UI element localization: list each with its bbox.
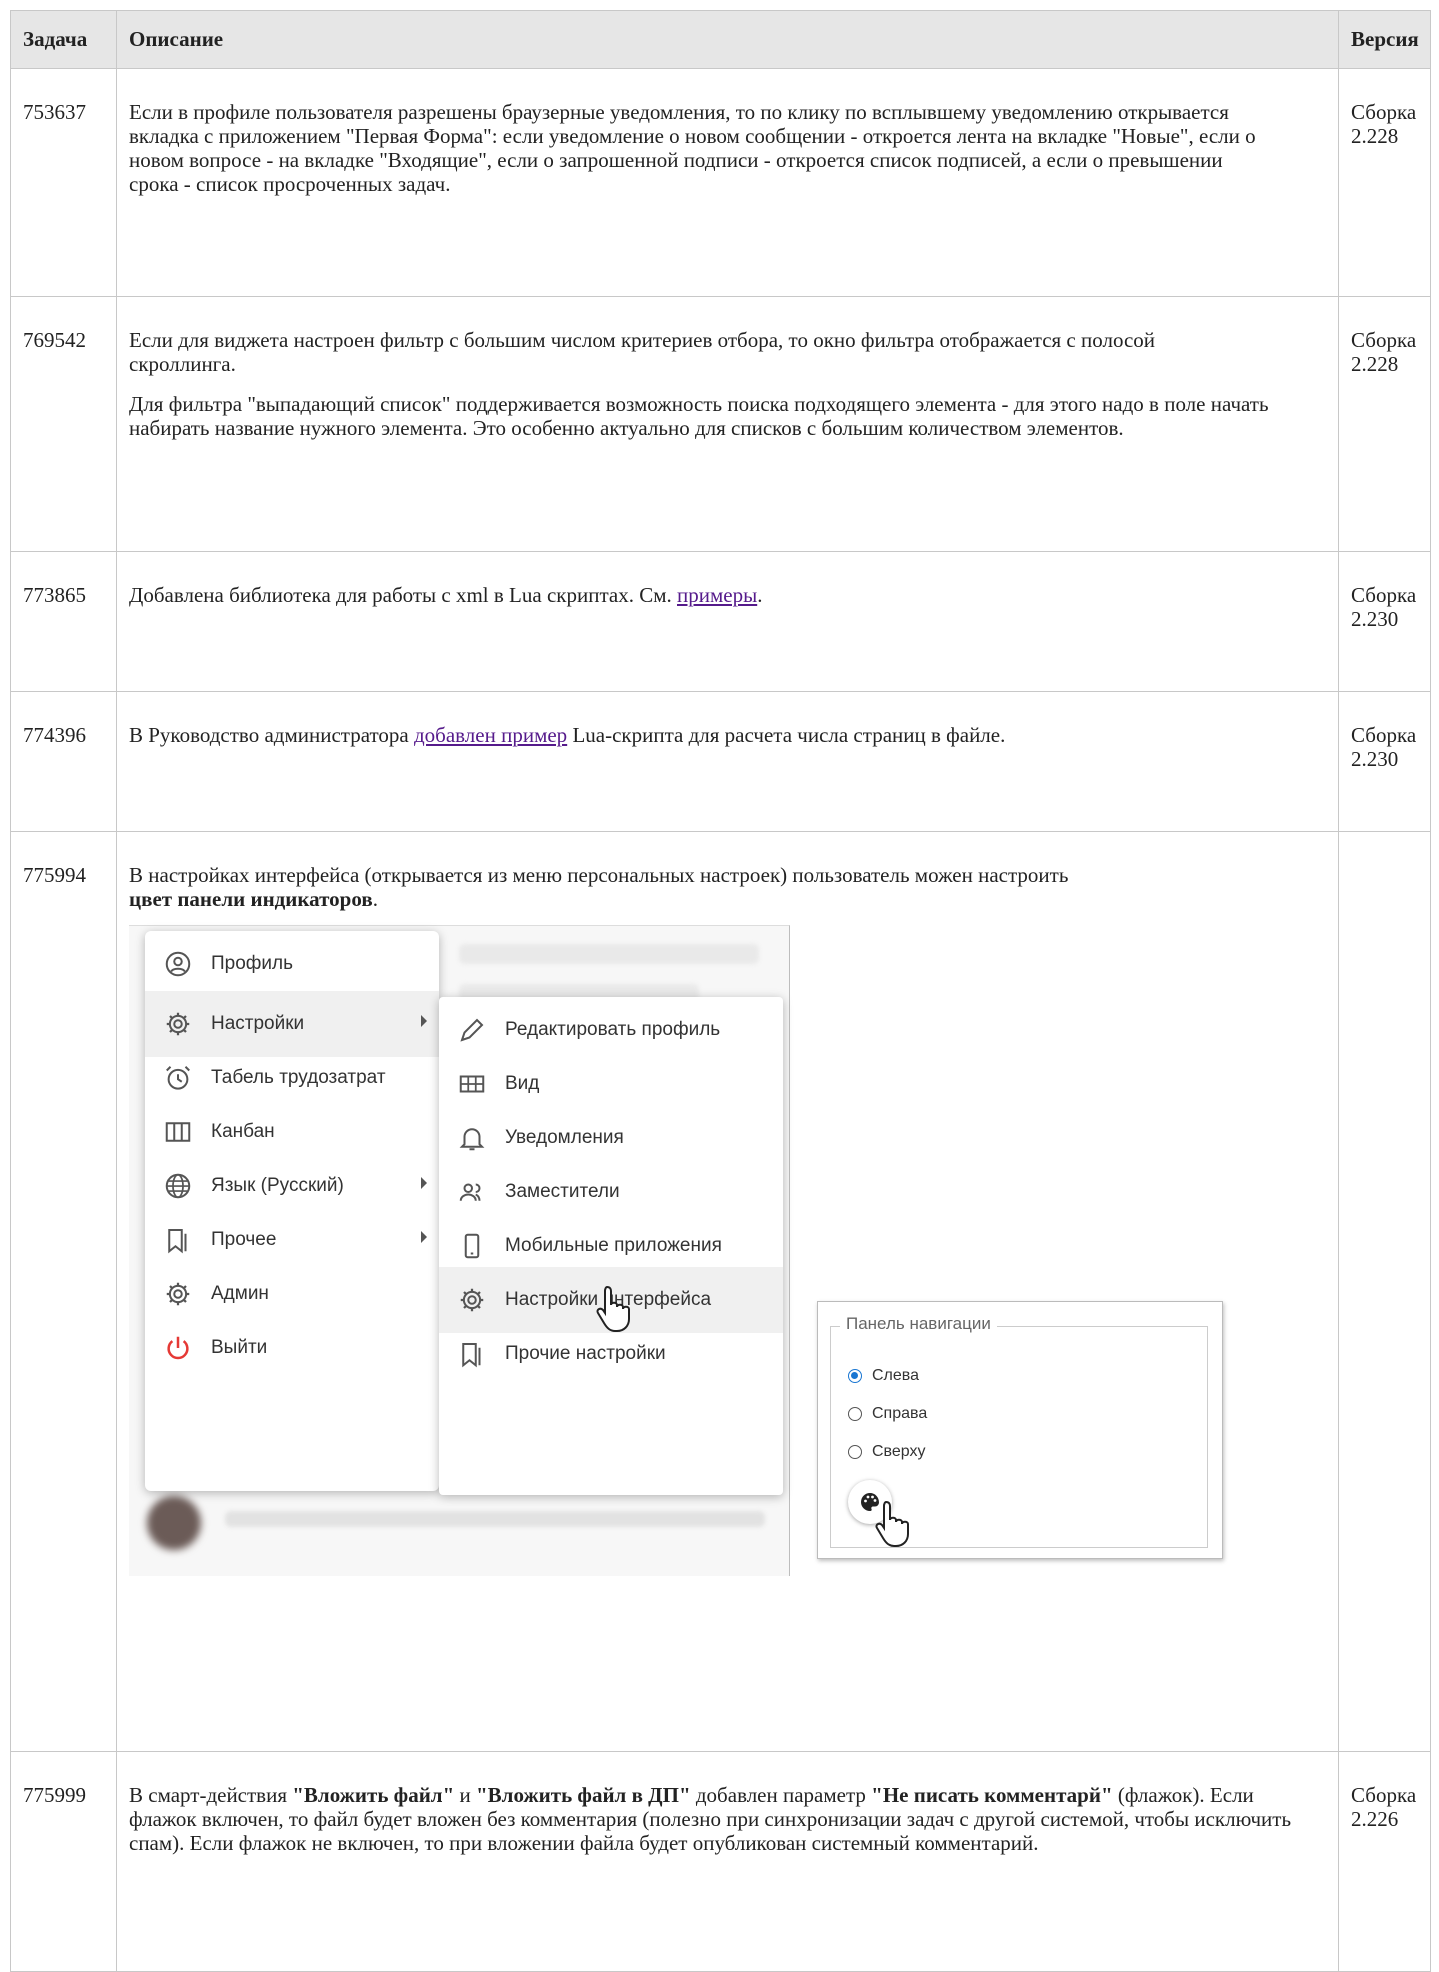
menu-item-label: Прочее (211, 1229, 277, 1250)
chevron-right-icon (421, 1177, 427, 1189)
description-text-end: Lua-скрипта для расчета числа страниц в … (567, 723, 1006, 747)
radio-selected-icon (848, 1369, 862, 1383)
task-id: 774396 (10, 691, 117, 832)
grid-icon (459, 1075, 485, 1093)
description-text: Если в профиле пользователя разрeшены бр… (129, 100, 1256, 196)
task-version (1338, 831, 1431, 1752)
table-header-row: Задача Описание Версия (10, 10, 1431, 69)
account-circle-icon (165, 951, 191, 977)
examples-link[interactable]: примеры (677, 583, 757, 607)
user-menu: Профиль Настройки Табель трудозатрат Кан… (145, 931, 439, 1491)
description-paragraph-1: Если для виджета настроен фильтр с больш… (129, 328, 1156, 376)
release-notes-table: Задача Описание Версия 753637 Если в про… (10, 10, 1431, 1972)
menu-item-label: Админ (211, 1283, 269, 1304)
menu-item-label: Табель трудозатрат (211, 1067, 386, 1088)
menu-item-logout[interactable]: Выйти (145, 1315, 439, 1381)
table-row: 774396 В Руководство администратора доба… (10, 691, 1431, 832)
table-row: 775999 В смарт-действия "Вложить файл" и… (10, 1751, 1431, 1972)
hand-cursor-icon (596, 1285, 630, 1332)
task-description: Добавлена библиотека для работы с xml в … (116, 551, 1339, 692)
description-bold: цвет панели индикаторов (129, 887, 373, 911)
table-row: 773865 Добавлена библиотека для работы с… (10, 551, 1431, 692)
menu-item-label: Настройки (211, 1013, 305, 1034)
chevron-right-icon (421, 1231, 427, 1243)
task-description: В Руководство администратора добавлен пр… (116, 691, 1339, 832)
phone-icon (464, 1233, 480, 1259)
task-description: Если в профиле пользователя разрeшены бр… (116, 68, 1339, 297)
menu-item-label: Язык (Русский) (211, 1175, 344, 1196)
gear-icon (460, 1288, 484, 1312)
task-id: 773865 (10, 551, 117, 692)
example-added-link[interactable]: добавлен пример (414, 723, 567, 747)
hand-cursor-icon (875, 1500, 909, 1547)
menu-item-label: Канбан (211, 1121, 275, 1142)
task-version: Сборка 2.226 (1338, 1751, 1431, 1972)
bell-icon (459, 1128, 485, 1151)
bookmarks-icon (168, 1229, 187, 1254)
avatar (147, 1496, 201, 1550)
gear-icon (166, 1282, 190, 1306)
chevron-right-icon (421, 1015, 427, 1027)
task-id: 753637 (10, 68, 117, 297)
header-version: Версия (1338, 10, 1431, 69)
submenu-item-label: Мобильные приложения (505, 1235, 722, 1256)
menu-item-profile[interactable]: Профиль (145, 931, 439, 997)
description-bold: "Вложить файл в ДП" (476, 1783, 691, 1807)
task-description: В настройках интерфейса (открывается из … (116, 831, 1339, 1752)
task-description: Если для виджета настроен фильтр с больш… (116, 296, 1339, 552)
submenu-item-label: Заместители (505, 1181, 620, 1202)
description-text: В настройках интерфейса (открывается из … (129, 863, 1069, 887)
gear-icon (166, 1012, 190, 1036)
settings-submenu: Редактировать профиль Вид Уведомления За… (439, 997, 783, 1495)
description-bold: "Не писать комментарй" (871, 1783, 1113, 1807)
kanban-columns-icon (165, 1122, 191, 1142)
radio-empty-icon (848, 1445, 862, 1459)
task-description: В смарт-действия "Вложить файл" и "Вложи… (116, 1751, 1339, 1972)
description-text: В Руководство администратора (129, 723, 414, 747)
navigation-panel-settings: Панель навигации Слева Справа Сверху (817, 1301, 1223, 1559)
table-row: 753637 Если в профиле пользователя разрe… (10, 68, 1431, 297)
description-bold: "Вложить файл" (292, 1783, 455, 1807)
people-icon (459, 1183, 481, 1201)
power-icon (167, 1336, 189, 1360)
task-version: Сборка 2.230 (1338, 551, 1431, 692)
header-task: Задача (10, 10, 117, 69)
submenu-item-label: Вид (505, 1073, 540, 1094)
submenu-item-label: Прочие настройки (505, 1343, 666, 1364)
menu-item-label: Профиль (211, 953, 294, 974)
navigation-panel-legend: Панель навигации (840, 1314, 997, 1334)
radio-top[interactable]: Сверху (848, 1440, 926, 1464)
table-row: 775994 В настройках интерфейса (открывае… (10, 831, 1431, 1752)
bookmarks-icon (462, 1343, 481, 1368)
task-version: Сборка 2.228 (1338, 68, 1431, 297)
description-text-end: . (757, 583, 763, 607)
description-paragraph-2: Для фильтра "выпадающий список" поддержи… (129, 392, 1269, 440)
interface-settings-screenshot: Профиль Настройки Табель трудозатрат Кан… (129, 925, 1229, 1576)
submenu-item-label: Уведомления (505, 1127, 624, 1148)
task-id: 769542 (10, 296, 117, 552)
task-version: Сборка 2.230 (1338, 691, 1431, 832)
task-id: 775999 (10, 1751, 117, 1972)
task-version: Сборка 2.228 (1338, 296, 1431, 552)
task-id: 775994 (10, 831, 117, 1752)
header-description: Описание (116, 10, 1339, 69)
radio-right[interactable]: Справа (848, 1402, 927, 1426)
globe-icon (165, 1173, 191, 1199)
radio-left[interactable]: Слева (848, 1364, 919, 1388)
radio-empty-icon (848, 1407, 862, 1421)
description-text: Добавлена библиотека для работы с xml в … (129, 583, 677, 607)
submenu-item-label: Редактировать профиль (505, 1019, 721, 1040)
pencil-icon (460, 1018, 484, 1042)
menu-item-label: Выйти (211, 1337, 268, 1358)
table-row: 769542 Если для виджета настроен фильтр … (10, 296, 1431, 552)
alarm-clock-icon (166, 1066, 190, 1090)
